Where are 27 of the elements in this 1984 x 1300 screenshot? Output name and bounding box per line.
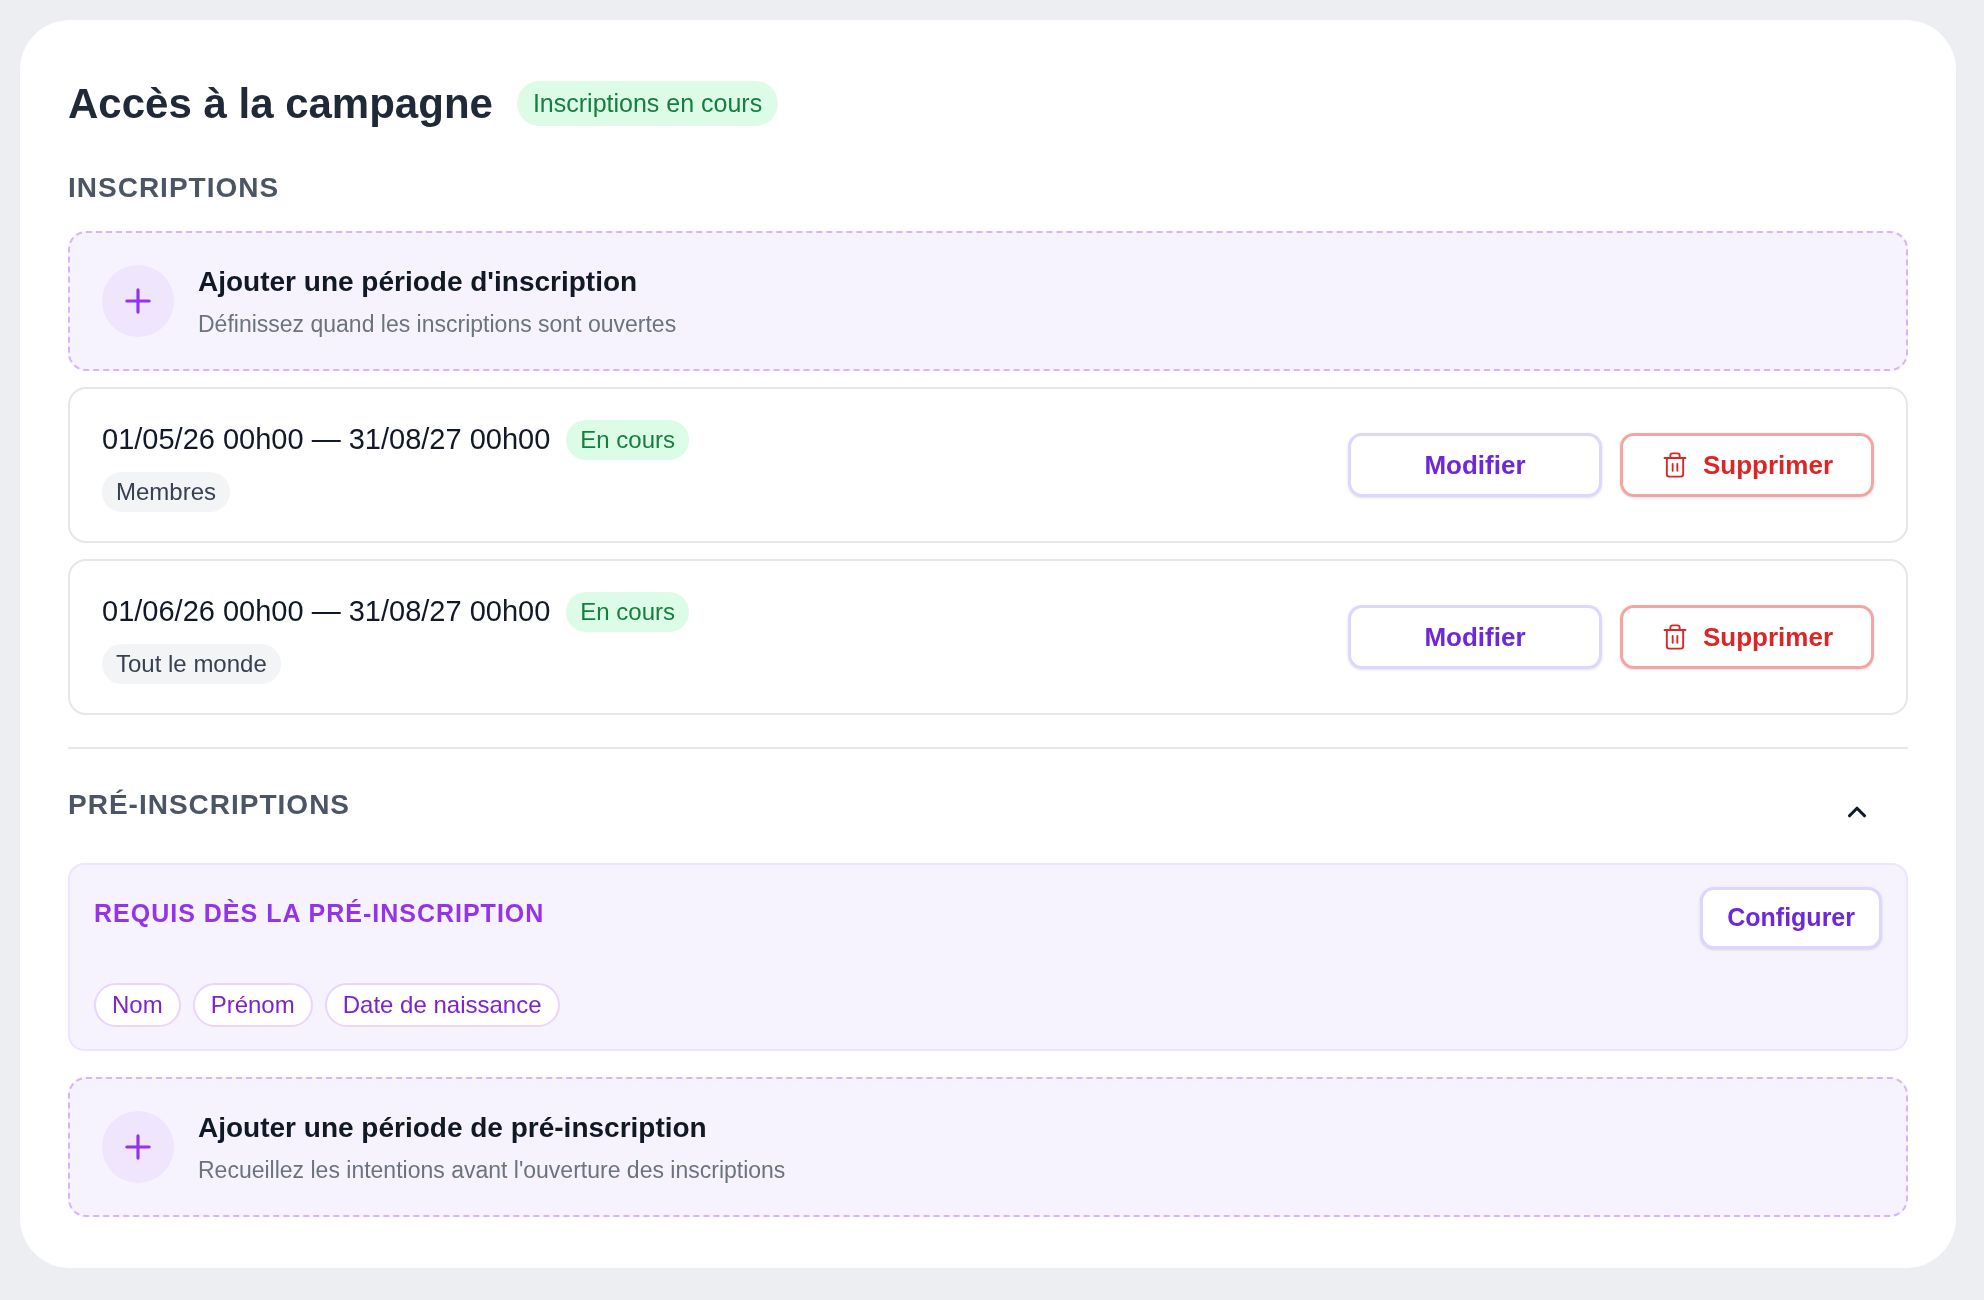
- add-title: Ajouter une période de pré-inscription: [198, 1110, 708, 1145]
- edit-button[interactable]: Modifier: [1348, 605, 1602, 669]
- status-badge: En cours: [566, 420, 689, 460]
- trash-icon: [1661, 623, 1689, 651]
- requirements-heading: REQUIS DÈS LA PRÉ-INSCRIPTION: [94, 898, 545, 929]
- status-badge: Inscriptions en cours: [516, 80, 779, 127]
- audience-tag: Membres: [102, 471, 231, 512]
- add-period-card[interactable]: Ajouter une période de pré-inscription Recueillez les intentions avant l'ouverture des inscriptions: [68, 1077, 1908, 1217]
- add-period-card[interactable]: Ajouter une période d'inscription Définissez quand les inscriptions sont ouvertes: [68, 231, 1908, 371]
- field-tag: Date de naissance: [324, 983, 560, 1027]
- trash-icon: [1661, 451, 1689, 479]
- delete-button[interactable]: Supprimer: [1620, 433, 1874, 497]
- add-subtitle: Définissez quand les inscriptions sont ouvertes: [198, 309, 677, 339]
- status-badge: En cours: [566, 592, 689, 632]
- field-tag: Nom: [94, 983, 181, 1027]
- configure-button[interactable]: Configurer: [1700, 887, 1882, 949]
- add-subtitle: Recueillez les intentions avant l'ouverture des inscriptions: [198, 1155, 786, 1185]
- section-heading: PRÉ-INSCRIPTIONS: [68, 788, 351, 822]
- field-tag: Prénom: [192, 983, 313, 1027]
- add-title: Ajouter une période d'inscription: [198, 264, 639, 299]
- page-title: Accès à la campagne: [68, 79, 493, 129]
- date-range: 01/05/26 00h00 — 31/08/27 00h00: [102, 422, 551, 458]
- delete-button[interactable]: Supprimer: [1620, 605, 1874, 669]
- section-heading: INSCRIPTIONS: [68, 171, 281, 205]
- audience-tag: Tout le monde: [102, 643, 281, 684]
- date-range: 01/06/26 00h00 — 31/08/27 00h00: [102, 594, 551, 630]
- edit-button[interactable]: Modifier: [1348, 433, 1602, 497]
